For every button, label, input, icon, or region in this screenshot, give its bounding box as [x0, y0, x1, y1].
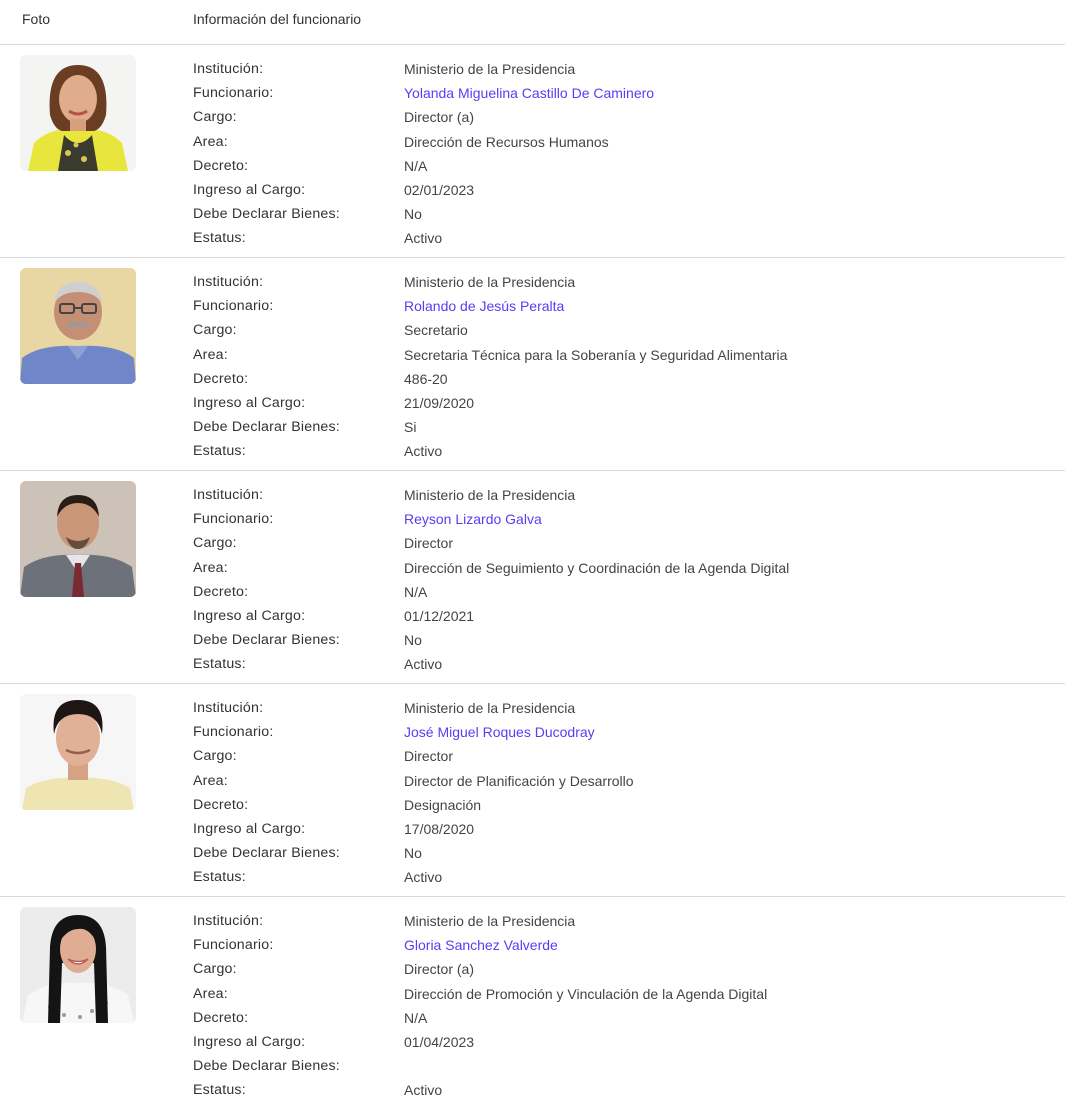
- official-info: Institución: Ministerio de la Presidencia…: [193, 909, 1053, 1103]
- table-row: Institución: Ministerio de la Presidencia…: [0, 684, 1065, 897]
- value-estatus: Activo: [404, 1082, 443, 1099]
- value-decreto: 486-20: [404, 370, 448, 387]
- official-name-link[interactable]: Yolanda Miguelina Castillo De Caminero: [404, 81, 654, 105]
- value-institucion: Ministerio de la Presidencia: [404, 913, 576, 929]
- value-cargo: Director (a): [404, 109, 475, 126]
- label-cargo: Cargo:: [193, 322, 237, 339]
- official-info: Institución: Ministerio de la Presidencia…: [193, 57, 1053, 251]
- value-declarar: Si: [404, 419, 417, 436]
- value-area: Dirección de Recursos Humanos: [404, 133, 609, 150]
- value-estatus: Activo: [404, 230, 443, 247]
- official-info: Institución: Ministerio de la Presidencia…: [193, 696, 1053, 890]
- label-institucion: Institución:: [193, 61, 264, 77]
- official-photo: [20, 268, 136, 384]
- official-info: Institución: Ministerio de la Presidencia…: [193, 270, 1053, 464]
- value-cargo: Director: [404, 535, 454, 552]
- value-estatus: Activo: [404, 656, 443, 673]
- officials-table: Foto Información del funcionario Institu…: [0, 0, 1065, 1109]
- value-ingreso: 17/08/2020: [404, 820, 475, 837]
- value-decreto: N/A: [404, 1009, 428, 1026]
- label-area: Area:: [193, 133, 228, 150]
- label-cargo: Cargo:: [193, 535, 237, 552]
- value-ingreso: 01/04/2023: [404, 1033, 475, 1050]
- value-cargo: Director (a): [404, 961, 475, 978]
- label-declarar: Debe Declarar Bienes:: [193, 845, 340, 862]
- official-name-link[interactable]: Reyson Lizardo Galva: [404, 507, 542, 531]
- official-photo: [20, 694, 136, 810]
- value-decreto: N/A: [404, 157, 428, 174]
- label-institucion: Institución:: [193, 913, 264, 929]
- label-area: Area:: [193, 985, 228, 1002]
- table-row: Institución: Ministerio de la Presidencia…: [0, 45, 1065, 258]
- label-decreto: Decreto:: [193, 370, 249, 387]
- value-area: Director de Planificación y Desarrollo: [404, 772, 634, 789]
- label-decreto: Decreto:: [193, 796, 249, 813]
- value-declarar: No: [404, 632, 422, 649]
- label-area: Area:: [193, 559, 228, 576]
- label-estatus: Estatus:: [193, 869, 246, 886]
- label-declarar: Debe Declarar Bienes:: [193, 419, 340, 436]
- label-funcionario: Funcionario:: [193, 85, 274, 102]
- official-name-link[interactable]: José Miguel Roques Ducodray: [404, 720, 595, 744]
- value-cargo: Director: [404, 748, 454, 765]
- label-decreto: Decreto:: [193, 157, 249, 174]
- label-ingreso: Ingreso al Cargo:: [193, 607, 306, 624]
- value-cargo: Secretario: [404, 322, 468, 339]
- value-institucion: Ministerio de la Presidencia: [404, 274, 576, 290]
- label-area: Area:: [193, 772, 228, 789]
- value-decreto: N/A: [404, 583, 428, 600]
- label-area: Area:: [193, 346, 228, 363]
- label-estatus: Estatus:: [193, 443, 246, 460]
- label-ingreso: Ingreso al Cargo:: [193, 394, 306, 411]
- label-cargo: Cargo:: [193, 109, 237, 126]
- label-decreto: Decreto:: [193, 1009, 249, 1026]
- value-ingreso: 01/12/2021: [404, 607, 475, 624]
- label-estatus: Estatus:: [193, 230, 246, 247]
- value-ingreso: 02/01/2023: [404, 181, 475, 198]
- label-declarar: Debe Declarar Bienes:: [193, 1058, 340, 1075]
- label-institucion: Institución:: [193, 274, 264, 290]
- table-row: Institución: Ministerio de la Presidencia…: [0, 258, 1065, 471]
- table-row: Institución: Ministerio de la Presidencia…: [0, 471, 1065, 684]
- value-area: Dirección de Seguimiento y Coordinación …: [404, 559, 790, 576]
- official-photo: [20, 481, 136, 597]
- value-institucion: Ministerio de la Presidencia: [404, 700, 576, 716]
- label-estatus: Estatus:: [193, 656, 246, 673]
- label-declarar: Debe Declarar Bienes:: [193, 632, 340, 649]
- value-institucion: Ministerio de la Presidencia: [404, 61, 576, 77]
- table-header: Foto Información del funcionario: [0, 0, 1065, 45]
- label-ingreso: Ingreso al Cargo:: [193, 820, 306, 837]
- value-area: Secretaria Técnica para la Soberanía y S…: [404, 346, 788, 363]
- value-decreto: Designación: [404, 796, 482, 813]
- value-estatus: Activo: [404, 443, 443, 460]
- label-funcionario: Funcionario:: [193, 937, 274, 954]
- official-photo: [20, 907, 136, 1023]
- value-institucion: Ministerio de la Presidencia: [404, 487, 576, 503]
- official-name-link[interactable]: Gloria Sanchez Valverde: [404, 933, 558, 957]
- official-info: Institución: Ministerio de la Presidencia…: [193, 483, 1053, 677]
- value-declarar: No: [404, 845, 422, 862]
- label-funcionario: Funcionario:: [193, 298, 274, 315]
- label-decreto: Decreto:: [193, 583, 249, 600]
- label-institucion: Institución:: [193, 487, 264, 503]
- value-declarar: No: [404, 206, 422, 223]
- label-ingreso: Ingreso al Cargo:: [193, 1033, 306, 1050]
- label-ingreso: Ingreso al Cargo:: [193, 181, 306, 198]
- label-estatus: Estatus:: [193, 1082, 246, 1099]
- column-header-info: Información del funcionario: [193, 11, 362, 27]
- official-name-link[interactable]: Rolando de Jesús Peralta: [404, 294, 564, 318]
- label-declarar: Debe Declarar Bienes:: [193, 206, 340, 223]
- column-header-foto: Foto: [22, 11, 51, 27]
- label-funcionario: Funcionario:: [193, 511, 274, 528]
- label-funcionario: Funcionario:: [193, 724, 274, 741]
- label-institucion: Institución:: [193, 700, 264, 716]
- value-ingreso: 21/09/2020: [404, 394, 475, 411]
- table-row: Institución: Ministerio de la Presidencia…: [0, 897, 1065, 1109]
- value-area: Dirección de Promoción y Vinculación de …: [404, 985, 768, 1002]
- value-estatus: Activo: [404, 869, 443, 886]
- label-cargo: Cargo:: [193, 961, 237, 978]
- official-photo: [20, 55, 136, 171]
- label-cargo: Cargo:: [193, 748, 237, 765]
